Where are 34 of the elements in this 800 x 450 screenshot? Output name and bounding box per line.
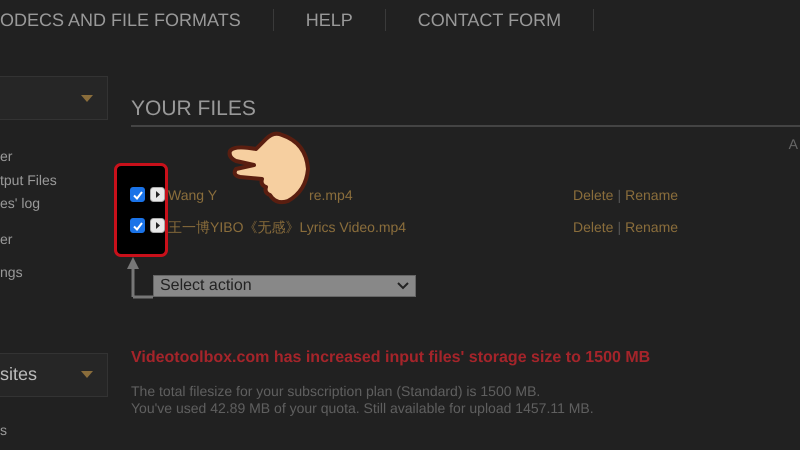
- section-title: YOUR FILES: [131, 96, 257, 122]
- caret-icon: [81, 94, 93, 102]
- sidebar-link[interactable]: er: [0, 145, 108, 168]
- nav-link[interactable]: ODECS AND FILE FORMATS: [0, 10, 273, 30]
- dropdown-menu[interactable]: sites: [0, 352, 108, 396]
- file-name-link[interactable]: Wang Y: [168, 185, 218, 205]
- checkbox[interactable]: [130, 218, 145, 233]
- delete-link[interactable]: Delete: [573, 217, 614, 237]
- file-name-link[interactable]: re.mp4: [309, 185, 353, 205]
- separator: |: [617, 186, 622, 205]
- caret-icon: [81, 371, 93, 378]
- play-icon[interactable]: [150, 187, 165, 202]
- rename-link[interactable]: Rename: [625, 217, 678, 237]
- action-dropdown[interactable]: Select action: [153, 275, 416, 297]
- separator: |: [617, 218, 622, 237]
- play-icon[interactable]: [150, 218, 165, 233]
- pointing-hand-icon: [226, 129, 312, 205]
- nav-link[interactable]: HELP: [274, 10, 385, 30]
- rename-link[interactable]: Rename: [625, 185, 678, 205]
- nav-link[interactable]: CONTACT FORM: [386, 10, 594, 30]
- chevron-icon: [397, 282, 409, 290]
- delete-link[interactable]: Delete: [573, 185, 614, 205]
- sidebar-link[interactable]: s: [0, 418, 108, 442]
- sidebar-link[interactable]: ngs: [0, 261, 108, 284]
- notice-headline: Videotoolbox.com has increased input files' storage size to 1500 MB: [131, 349, 652, 367]
- quota-text: The total filesize for your subscription plan (Standard) is 1500 MB.: [131, 383, 542, 400]
- sidebar-link[interactable]: es' log: [0, 192, 108, 216]
- sidebar-link[interactable]: tput Files: [0, 168, 108, 192]
- file-name-link[interactable]: 王一博YIBO《无感》Lyrics Video.mp4: [168, 217, 406, 237]
- checkbox[interactable]: [130, 187, 145, 202]
- sidebar-link[interactable]: er: [0, 228, 108, 251]
- quota-text: You've used 42.89 MB of your quota. Still available for upload 1457.11 MB.: [131, 400, 595, 417]
- arrow-icon: [127, 257, 153, 299]
- column-header: A: [788, 136, 798, 152]
